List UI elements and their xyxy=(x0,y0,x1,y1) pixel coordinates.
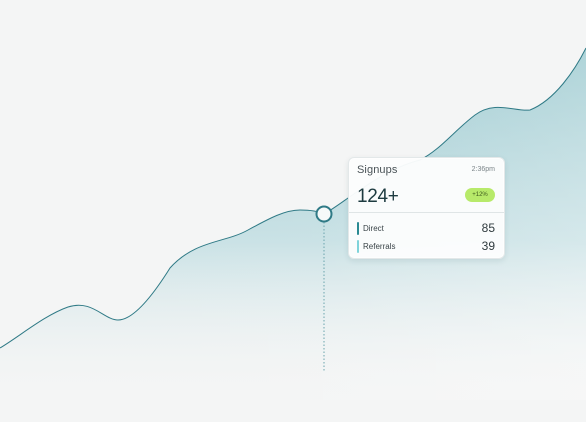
change-badge: +12% xyxy=(465,188,495,202)
breakdown-value: 85 xyxy=(481,221,495,235)
breakdown-value: 39 xyxy=(481,239,495,253)
tooltip-title: Signups xyxy=(357,164,398,176)
breakdown-label: Referrals xyxy=(363,242,396,251)
tooltip-timestamp: 2:36pm xyxy=(471,166,495,173)
tooltip-header: Signups 2:36pm xyxy=(357,164,495,178)
tooltip-total-value: 124+ xyxy=(357,186,399,207)
breakdown-row-direct: Direct 85 xyxy=(357,221,495,235)
chart-view: Signups 2:36pm 124+ +12% Direct 85 Refer… xyxy=(0,0,586,422)
signups-tooltip: Signups 2:36pm 124+ +12% Direct 85 Refer… xyxy=(348,157,505,259)
direct-color-marker xyxy=(357,222,359,235)
breakdown-label: Direct xyxy=(363,224,384,233)
tooltip-divider xyxy=(349,212,504,213)
breakdown-row-referrals: Referrals 39 xyxy=(357,239,495,253)
hover-point-marker[interactable] xyxy=(315,205,333,223)
referrals-color-marker xyxy=(357,240,359,253)
